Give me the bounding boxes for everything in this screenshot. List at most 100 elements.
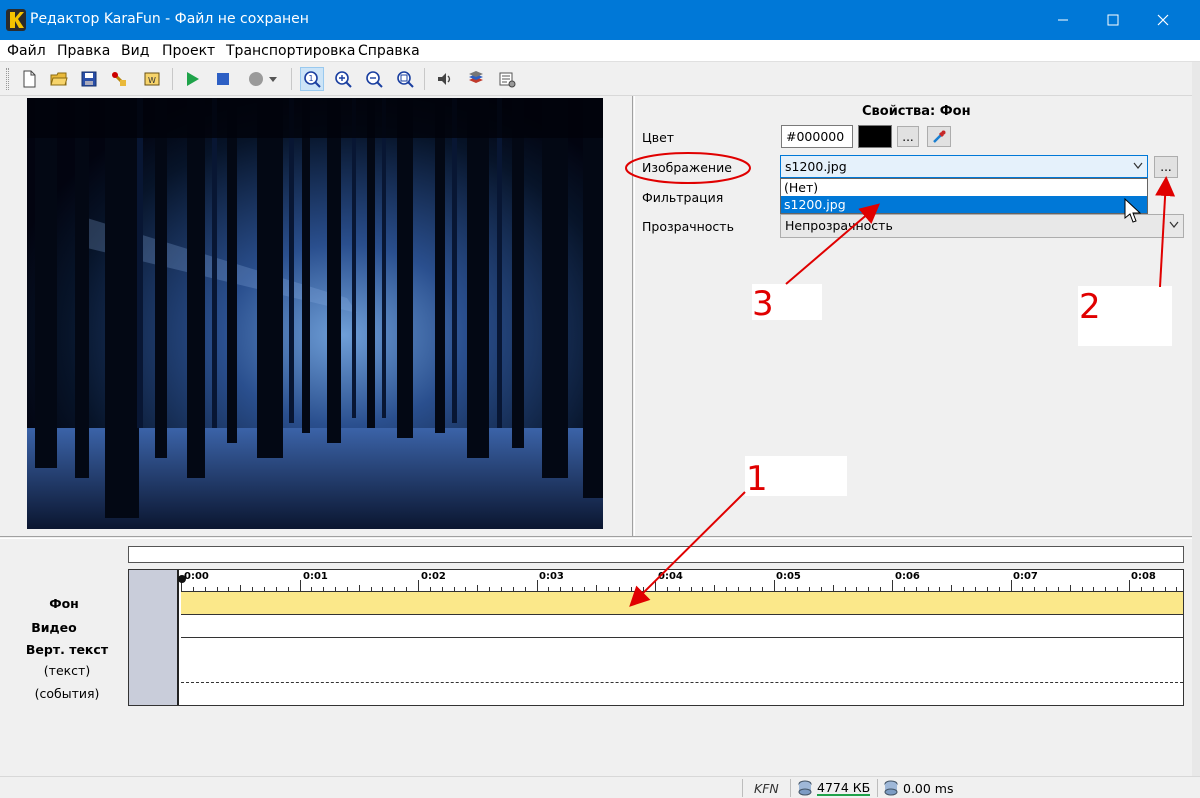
- image-select[interactable]: s1200.jpg: [780, 155, 1148, 178]
- karafun-editor-window: Редактор KaraFun - Файл не сохранен Файл…: [0, 0, 1200, 798]
- open-button[interactable]: [47, 67, 71, 91]
- zoom-in-button[interactable]: [331, 67, 355, 91]
- opacity-select-value: Непрозрачность: [785, 218, 893, 233]
- toolbar-separator: [424, 68, 425, 90]
- track-label-vert-text: Верт. текст: [25, 642, 109, 657]
- menu-project[interactable]: Проект: [162, 43, 215, 59]
- annotation-number-3: 3: [752, 284, 774, 324]
- tick-0-07: 0:07: [1013, 571, 1038, 582]
- zoom-in-icon: [335, 71, 352, 88]
- menu-view[interactable]: Вид: [121, 43, 149, 59]
- status-separator: [790, 779, 791, 797]
- close-button[interactable]: [1140, 0, 1186, 40]
- toolbar-separator: [291, 68, 292, 90]
- status-size: 4774 КБ: [817, 780, 871, 796]
- new-file-button[interactable]: [17, 67, 41, 91]
- minimize-icon: [1058, 19, 1068, 21]
- color-label: Цвет: [642, 130, 675, 145]
- annotation-number-1: 1: [746, 459, 768, 499]
- menu-file[interactable]: Файл: [7, 43, 46, 59]
- toolbar-separator: [172, 68, 173, 90]
- settings-button[interactable]: [495, 67, 519, 91]
- tick-0-08: 0:08: [1131, 571, 1156, 582]
- cpu-icon: [884, 780, 898, 796]
- window-title: Редактор KaraFun - Файл не сохранен: [30, 11, 309, 27]
- export-button[interactable]: W: [140, 67, 164, 91]
- svg-text:1: 1: [309, 74, 314, 83]
- title-bar[interactable]: Редактор KaraFun - Файл не сохранен: [0, 0, 1200, 40]
- image-option-s1200[interactable]: s1200.jpg: [781, 196, 1147, 213]
- new-file-icon: [23, 70, 36, 88]
- tick-0-04: 0:04: [658, 571, 683, 582]
- color-picker-button[interactable]: [927, 126, 951, 147]
- zoom-fit-icon: [397, 71, 414, 88]
- zoom-1-icon: 1: [304, 71, 321, 88]
- color-browse-button[interactable]: ...: [897, 126, 919, 147]
- properties-title: Свойства: Фон: [862, 104, 971, 119]
- save-button[interactable]: [77, 67, 101, 91]
- zoom-out-button[interactable]: [362, 67, 386, 91]
- disk-icon: [798, 780, 812, 796]
- karafun-app-icon: [6, 9, 26, 31]
- toolbar-grip[interactable]: [6, 68, 9, 90]
- track-label-background: Фон: [49, 596, 79, 611]
- play-button[interactable]: [180, 67, 204, 91]
- color-swatch[interactable]: [858, 125, 892, 148]
- filter-label: Фильтрация: [642, 190, 724, 205]
- playhead-icon[interactable]: [177, 572, 187, 586]
- status-bar: KFN 4774 КБ 0.00 ms: [0, 776, 1200, 798]
- stop-button[interactable]: [211, 67, 235, 91]
- menu-transport[interactable]: Транспортировка: [226, 43, 355, 59]
- menu-help[interactable]: Справка: [358, 43, 420, 59]
- right-scrollbar[interactable]: [1192, 62, 1200, 776]
- audio-sync-icon: [438, 73, 451, 85]
- image-select-value: s1200.jpg: [785, 159, 847, 174]
- timeline-scrollbar[interactable]: [128, 546, 1184, 563]
- zoom-fit-button[interactable]: [393, 67, 417, 91]
- maximize-button[interactable]: [1090, 0, 1136, 40]
- preview-canvas: [27, 98, 603, 529]
- color-value-field[interactable]: #000000: [781, 125, 853, 148]
- image-option-none[interactable]: (Нет): [781, 179, 1147, 196]
- tick-0-02: 0:02: [421, 571, 446, 582]
- forest-background-image: [27, 98, 603, 529]
- mouse-cursor-icon: [1124, 198, 1142, 223]
- record-button[interactable]: [244, 67, 268, 91]
- tick-0-03: 0:03: [539, 571, 564, 582]
- status-kfn: KFN: [754, 781, 779, 796]
- opacity-label: Прозрачность: [642, 219, 734, 234]
- annotation-number-2: 2: [1079, 287, 1101, 327]
- eyedropper-icon: [933, 130, 946, 143]
- tick-0-01: 0:01: [303, 571, 328, 582]
- close-icon: [1157, 14, 1169, 26]
- image-browse-button[interactable]: ...: [1154, 156, 1178, 178]
- record-icon: [249, 72, 263, 86]
- properties-button[interactable]: [107, 67, 131, 91]
- properties-icon: [111, 71, 126, 86]
- tick-0-06: 0:06: [895, 571, 920, 582]
- image-options-dropdown[interactable]: (Нет) s1200.jpg: [780, 178, 1148, 214]
- layers-icon: [469, 71, 483, 83]
- status-latency: 0.00 ms: [903, 781, 954, 796]
- menu-edit[interactable]: Правка: [57, 43, 110, 59]
- settings-icon: [499, 72, 516, 88]
- chevron-down-icon: [1169, 221, 1179, 228]
- audio-sync-button[interactable]: [433, 67, 457, 91]
- horizontal-splitter[interactable]: [0, 536, 1200, 539]
- timeline-left-gutter: [129, 570, 179, 705]
- timeline[interactable]: 0:00 0:01 0:02 0:03 0:04 0:05 0:06 0:07 …: [128, 569, 1184, 706]
- save-icon: [81, 71, 97, 87]
- zoom-1-button[interactable]: 1: [300, 67, 324, 91]
- record-dropdown-button[interactable]: [266, 67, 280, 91]
- maximize-icon: [1107, 14, 1119, 26]
- minimize-button[interactable]: [1040, 0, 1086, 40]
- tick-0-05: 0:05: [776, 571, 801, 582]
- open-folder-icon: [50, 72, 68, 86]
- layers-button[interactable]: [464, 67, 488, 91]
- track-background[interactable]: [181, 592, 1183, 615]
- track-video[interactable]: [181, 615, 1183, 638]
- timeline-ruler[interactable]: 0:00 0:01 0:02 0:03 0:04 0:05 0:06 0:07 …: [178, 570, 1183, 592]
- export-icon: W: [144, 72, 160, 86]
- stop-icon: [217, 73, 229, 85]
- play-icon: [187, 72, 199, 86]
